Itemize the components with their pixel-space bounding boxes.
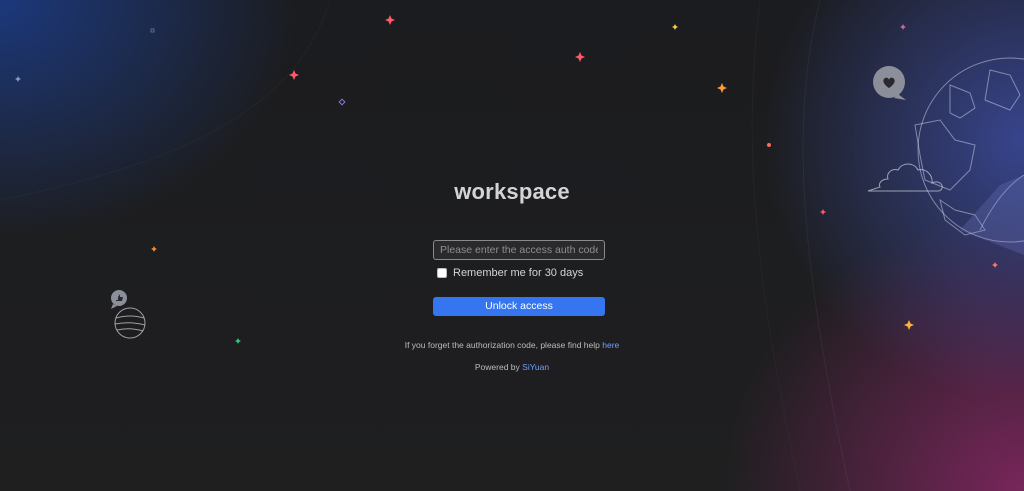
- powered-by: Powered by SiYuan: [0, 362, 1024, 372]
- remember-me-checkbox[interactable]: [437, 268, 447, 278]
- unlock-access-button[interactable]: Unlock access: [433, 297, 605, 316]
- auth-code-input[interactable]: [433, 240, 605, 260]
- auth-panel: workspace Remember me for 30 days Unlock…: [0, 0, 1024, 491]
- siyuan-link[interactable]: SiYuan: [522, 362, 549, 372]
- remember-me-label: Remember me for 30 days: [453, 267, 584, 279]
- help-message: If you forget the authorization code, pl…: [404, 340, 600, 350]
- help-text: If you forget the authorization code, pl…: [0, 340, 1024, 350]
- help-link[interactable]: here: [602, 340, 619, 350]
- workspace-title: workspace: [454, 179, 570, 204]
- powered-by-text: Powered by: [474, 362, 520, 372]
- remember-me-option[interactable]: Remember me for 30 days: [437, 266, 583, 280]
